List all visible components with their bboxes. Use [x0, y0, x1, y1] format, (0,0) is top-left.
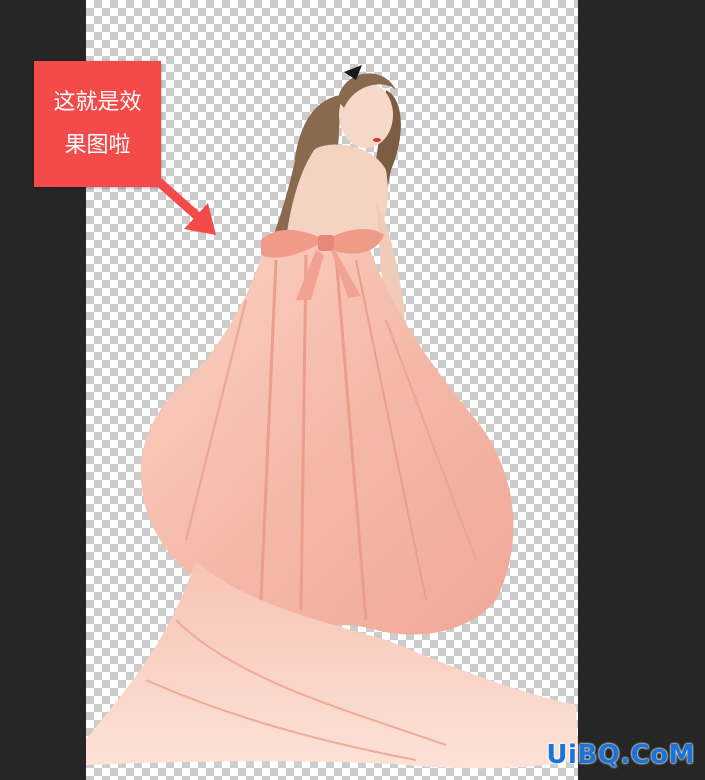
callout-box: 这就是效 果图啦	[34, 61, 161, 187]
arrow-down-right-icon	[155, 178, 216, 235]
callout-line-2: 果图啦	[64, 133, 131, 158]
watermark: UiBQ.CoM	[546, 740, 695, 770]
photoshop-workspace: 这就是效 果图啦 UiBQ.CoM	[0, 0, 705, 780]
callout-line-1: 这就是效	[53, 90, 142, 115]
